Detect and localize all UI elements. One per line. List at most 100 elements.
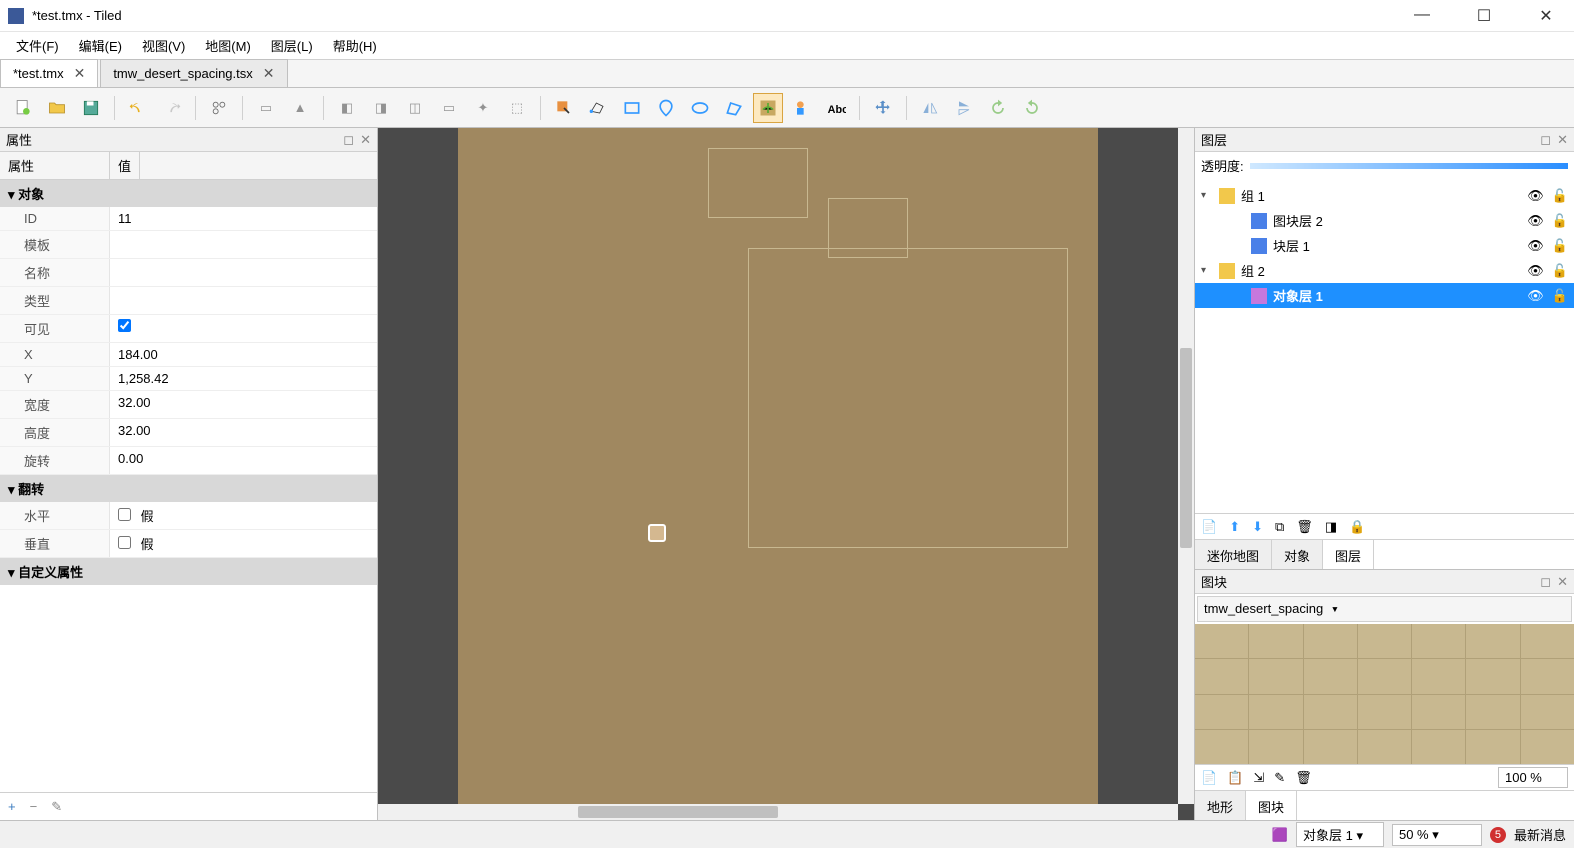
export-tileset-button[interactable]: ⇲ (1253, 770, 1264, 786)
tileset-selector[interactable]: tmw_desert_spacing ▾ (1197, 596, 1572, 622)
insert-tile-button[interactable] (753, 93, 783, 123)
prop-visible-value[interactable] (110, 315, 377, 342)
close-button[interactable]: ✕ (1526, 6, 1566, 26)
new-tileset-button[interactable]: 📄 (1201, 770, 1217, 786)
tab-terrain[interactable]: 地形 (1195, 791, 1246, 820)
prop-y-value[interactable]: 1,258.42 (110, 367, 377, 390)
prop-id-value[interactable]: 11 (110, 207, 377, 230)
flip-h-button[interactable] (915, 93, 945, 123)
fliph-checkbox[interactable] (118, 508, 131, 521)
lock-icon[interactable]: 🔓 (1552, 238, 1568, 254)
select-objects-button[interactable] (549, 93, 579, 123)
minimize-button[interactable]: — (1402, 6, 1442, 26)
remove-property-button[interactable]: − (30, 799, 38, 814)
tileset-grid[interactable] (1195, 624, 1574, 764)
maximize-button[interactable]: ☐ (1464, 6, 1504, 26)
insert-polygon-button[interactable] (719, 93, 749, 123)
eye-icon[interactable]: 👁 (1527, 263, 1544, 279)
current-layer-selector[interactable]: 对象层 1 ▾ (1296, 822, 1384, 847)
eye-icon[interactable]: 👁 (1527, 238, 1544, 254)
command-button[interactable] (204, 93, 234, 123)
move-up-button[interactable]: ⬆ (1229, 519, 1240, 535)
stamp-button[interactable]: ▭ (251, 93, 281, 123)
terrain-button[interactable]: ▲ (285, 93, 315, 123)
flipv-checkbox[interactable] (118, 536, 131, 549)
tab-objects[interactable]: 对象 (1272, 540, 1323, 569)
tab-layers[interactable]: 图层 (1323, 540, 1374, 569)
tileset-zoom[interactable]: 100 % (1498, 767, 1568, 788)
eye-icon[interactable]: 👁 (1527, 288, 1544, 304)
prop-rotation-value[interactable]: 0.00 (110, 447, 377, 474)
prop-type-value[interactable] (110, 287, 377, 314)
rename-property-button[interactable]: ✎ (51, 799, 62, 815)
prop-group-custom[interactable]: ▾ 自定义属性 (0, 558, 377, 585)
opacity-slider[interactable] (1250, 163, 1568, 169)
layer-tile-1[interactable]: 块层 1 👁🔓 (1195, 233, 1574, 258)
close-panel-icon[interactable]: ✕ (1557, 574, 1568, 590)
duplicate-layer-button[interactable]: ⧉ (1275, 519, 1284, 535)
layer-tree[interactable]: ▾ 组 1 👁🔓 图块层 2 👁🔓 块层 1 👁🔓 ▾ 组 2 👁🔓 (1195, 179, 1574, 513)
close-panel-icon[interactable]: ✕ (1557, 132, 1568, 148)
lock-icon[interactable]: 🔓 (1552, 263, 1568, 279)
layer-tile-2[interactable]: 图块层 2 👁🔓 (1195, 208, 1574, 233)
selected-object[interactable] (648, 524, 666, 542)
rotate-right-button[interactable] (1017, 93, 1047, 123)
visible-checkbox[interactable] (118, 319, 131, 332)
menu-edit[interactable]: 编辑(E) (69, 32, 132, 59)
tab-test-tmx[interactable]: *test.tmx ✕ (0, 59, 98, 87)
prop-width-value[interactable]: 32.00 (110, 391, 377, 418)
menu-file[interactable]: 文件(F) (6, 32, 69, 59)
lock-icon[interactable]: 🔓 (1552, 288, 1568, 304)
lock-icon[interactable]: 🔓 (1552, 213, 1568, 229)
save-button[interactable] (76, 93, 106, 123)
insert-rectangle-button[interactable] (617, 93, 647, 123)
layer-group-1[interactable]: ▾ 组 1 👁🔓 (1195, 183, 1574, 208)
select-same-button[interactable]: ⬚ (502, 93, 532, 123)
eye-icon[interactable]: 👁 (1527, 188, 1544, 204)
prop-flipv-value[interactable]: 假 (110, 530, 377, 557)
new-button[interactable] (8, 93, 38, 123)
map-view[interactable] (458, 128, 1098, 820)
new-layer-button[interactable]: 📄 (1201, 519, 1217, 535)
redo-button[interactable] (157, 93, 187, 123)
menu-view[interactable]: 视图(V) (132, 32, 195, 59)
close-icon[interactable]: ✕ (263, 65, 275, 82)
close-panel-icon[interactable]: ✕ (360, 132, 371, 148)
rect-select-button[interactable]: ▭ (434, 93, 464, 123)
toggle-other-button[interactable]: ◨ (1325, 519, 1337, 535)
map-canvas[interactable] (378, 128, 1194, 820)
move-icon[interactable] (868, 93, 898, 123)
prop-height-value[interactable]: 32.00 (110, 419, 377, 446)
undo-button[interactable] (123, 93, 153, 123)
insert-text-button[interactable]: Abc (821, 93, 851, 123)
move-down-button[interactable]: ⬇ (1252, 519, 1263, 535)
edit-polygon-button[interactable] (583, 93, 613, 123)
prop-fliph-value[interactable]: 假 (110, 502, 377, 529)
magic-wand-button[interactable]: ✦ (468, 93, 498, 123)
menu-layer[interactable]: 图层(L) (261, 32, 323, 59)
open-button[interactable] (42, 93, 72, 123)
shape-fill-button[interactable]: ◨ (366, 93, 396, 123)
undock-icon[interactable]: ◻ (343, 132, 354, 148)
layer-group-2[interactable]: ▾ 组 2 👁🔓 (1195, 258, 1574, 283)
tab-minimap[interactable]: 迷你地图 (1195, 540, 1272, 569)
add-property-button[interactable]: + (8, 799, 16, 814)
prop-name-value[interactable] (110, 259, 377, 286)
chevron-down-icon[interactable]: ▾ (1201, 190, 1213, 201)
zoom-selector[interactable]: 50 % ▾ (1392, 824, 1482, 846)
prop-template-value[interactable] (110, 231, 377, 258)
horizontal-scrollbar[interactable] (378, 804, 1178, 820)
rotate-left-button[interactable] (983, 93, 1013, 123)
tab-tiles[interactable]: 图块 (1246, 791, 1297, 820)
news-label[interactable]: 最新消息 (1514, 825, 1566, 844)
vertical-scrollbar[interactable] (1178, 128, 1194, 804)
flip-v-button[interactable] (949, 93, 979, 123)
insert-ellipse-button[interactable] (685, 93, 715, 123)
menu-help[interactable]: 帮助(H) (323, 32, 387, 59)
lock-icon[interactable]: 🔓 (1552, 188, 1568, 204)
undock-icon[interactable]: ◻ (1540, 574, 1551, 590)
insert-point-button[interactable] (651, 93, 681, 123)
eraser-button[interactable]: ◫ (400, 93, 430, 123)
delete-layer-button[interactable]: 🗑 (1296, 519, 1313, 535)
layer-object-1[interactable]: 对象层 1 👁🔓 (1195, 283, 1574, 308)
